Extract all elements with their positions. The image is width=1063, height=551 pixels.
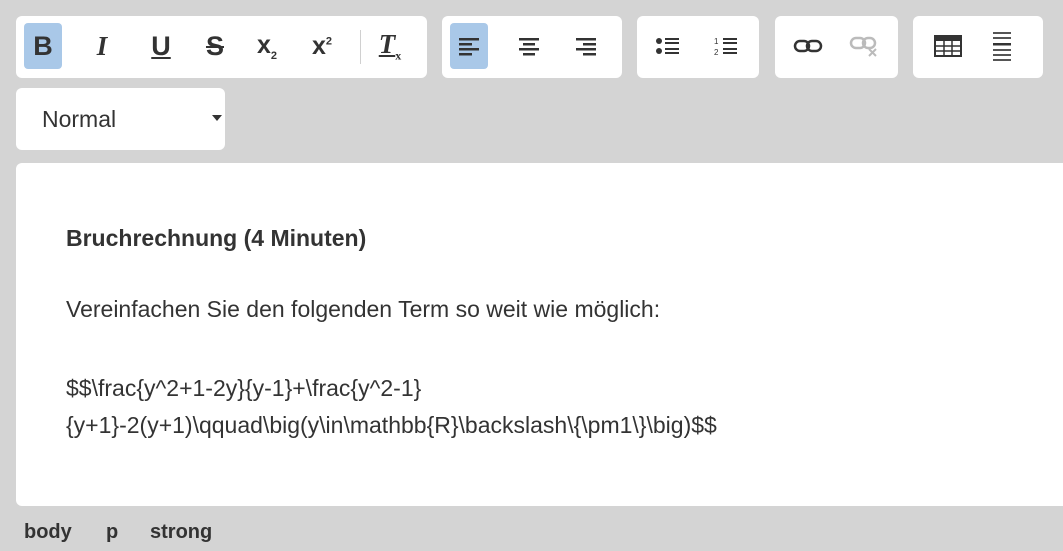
editor-content[interactable]: Bruchrechnung (4 Minuten) Vereinfachen S… — [16, 163, 1063, 506]
element-path-bar: body p strong — [0, 512, 1063, 551]
path-item-p[interactable]: p — [106, 521, 118, 544]
unlink-button[interactable] — [845, 23, 883, 69]
unlink-icon — [849, 36, 877, 57]
superscript-mark: 2 — [325, 35, 333, 48]
numbered-list-button[interactable]: 12 — [707, 23, 745, 69]
italic-button[interactable]: I — [83, 23, 121, 69]
bulleted-list-icon — [656, 38, 679, 54]
svg-text:2: 2 — [714, 48, 719, 57]
superscript-icon: x2 — [312, 32, 332, 61]
latex-formula: $$\frac{y^2+1-2y}{y-1}+\frac{y^2-1} {y+1… — [66, 370, 717, 444]
clear-format-mark: x — [395, 48, 402, 63]
subscript-base: x — [256, 30, 271, 59]
align-center-icon — [519, 38, 539, 56]
bold-icon: B — [33, 30, 53, 61]
clear-format-button[interactable]: Tx — [371, 23, 409, 69]
subscript-mark: 2 — [270, 49, 278, 62]
clear-format-icon: Tx — [379, 29, 402, 63]
link-button[interactable] — [789, 23, 827, 69]
numbered-list-icon: 12 — [714, 37, 737, 57]
superscript-base: x — [311, 31, 326, 60]
horizontal-rule-icon — [993, 32, 1011, 61]
italic-icon: I — [96, 30, 108, 61]
path-item-body[interactable]: body — [24, 521, 72, 544]
link-icon — [793, 39, 823, 53]
clear-format-glyph: T — [378, 28, 396, 59]
horizontal-rule-button[interactable] — [983, 23, 1021, 69]
format-dropdown-value: Normal — [42, 106, 117, 132]
table-icon — [934, 35, 962, 57]
superscript-button[interactable]: x2 — [303, 23, 341, 69]
latex-formula-line-2: {y+1}-2(y+1)\qquad\big(y\in\mathbb{R}\ba… — [66, 412, 717, 438]
align-right-button[interactable] — [567, 23, 605, 69]
path-item-strong[interactable]: strong — [150, 521, 212, 544]
bulleted-list-button[interactable] — [649, 23, 687, 69]
subscript-icon: x2 — [257, 31, 277, 62]
insert-group — [913, 16, 1043, 78]
align-left-button[interactable] — [450, 23, 488, 69]
formatting-group: B I U S x2 x2 Tx — [16, 16, 427, 78]
list-group: 12 — [637, 16, 759, 78]
align-center-button[interactable] — [510, 23, 548, 69]
chevron-down-icon — [212, 115, 222, 121]
underline-icon: U — [151, 30, 171, 61]
table-button[interactable] — [929, 23, 967, 69]
link-group — [775, 16, 898, 78]
align-right-icon — [576, 38, 596, 56]
underline-button[interactable]: U — [142, 23, 180, 69]
svg-text:1: 1 — [714, 37, 719, 46]
bold-button[interactable]: B — [24, 23, 62, 69]
content-paragraph: Vereinfachen Sie den folgenden Term so w… — [66, 296, 661, 322]
content-heading: Bruchrechnung (4 Minuten) — [66, 225, 367, 251]
latex-formula-line-1: $$\frac{y^2+1-2y}{y-1}+\frac{y^2-1} — [66, 375, 422, 401]
strikethrough-icon: S — [205, 30, 224, 61]
alignment-group — [442, 16, 622, 78]
toolbar-separator — [360, 30, 361, 64]
subscript-button[interactable]: x2 — [248, 23, 286, 69]
strikethrough-button[interactable]: S — [196, 23, 234, 69]
editor-toolbar: B I U S x2 x2 Tx 1 2 Normal — [0, 0, 1063, 160]
format-dropdown[interactable]: Normal — [16, 88, 225, 150]
align-left-icon — [459, 38, 479, 56]
